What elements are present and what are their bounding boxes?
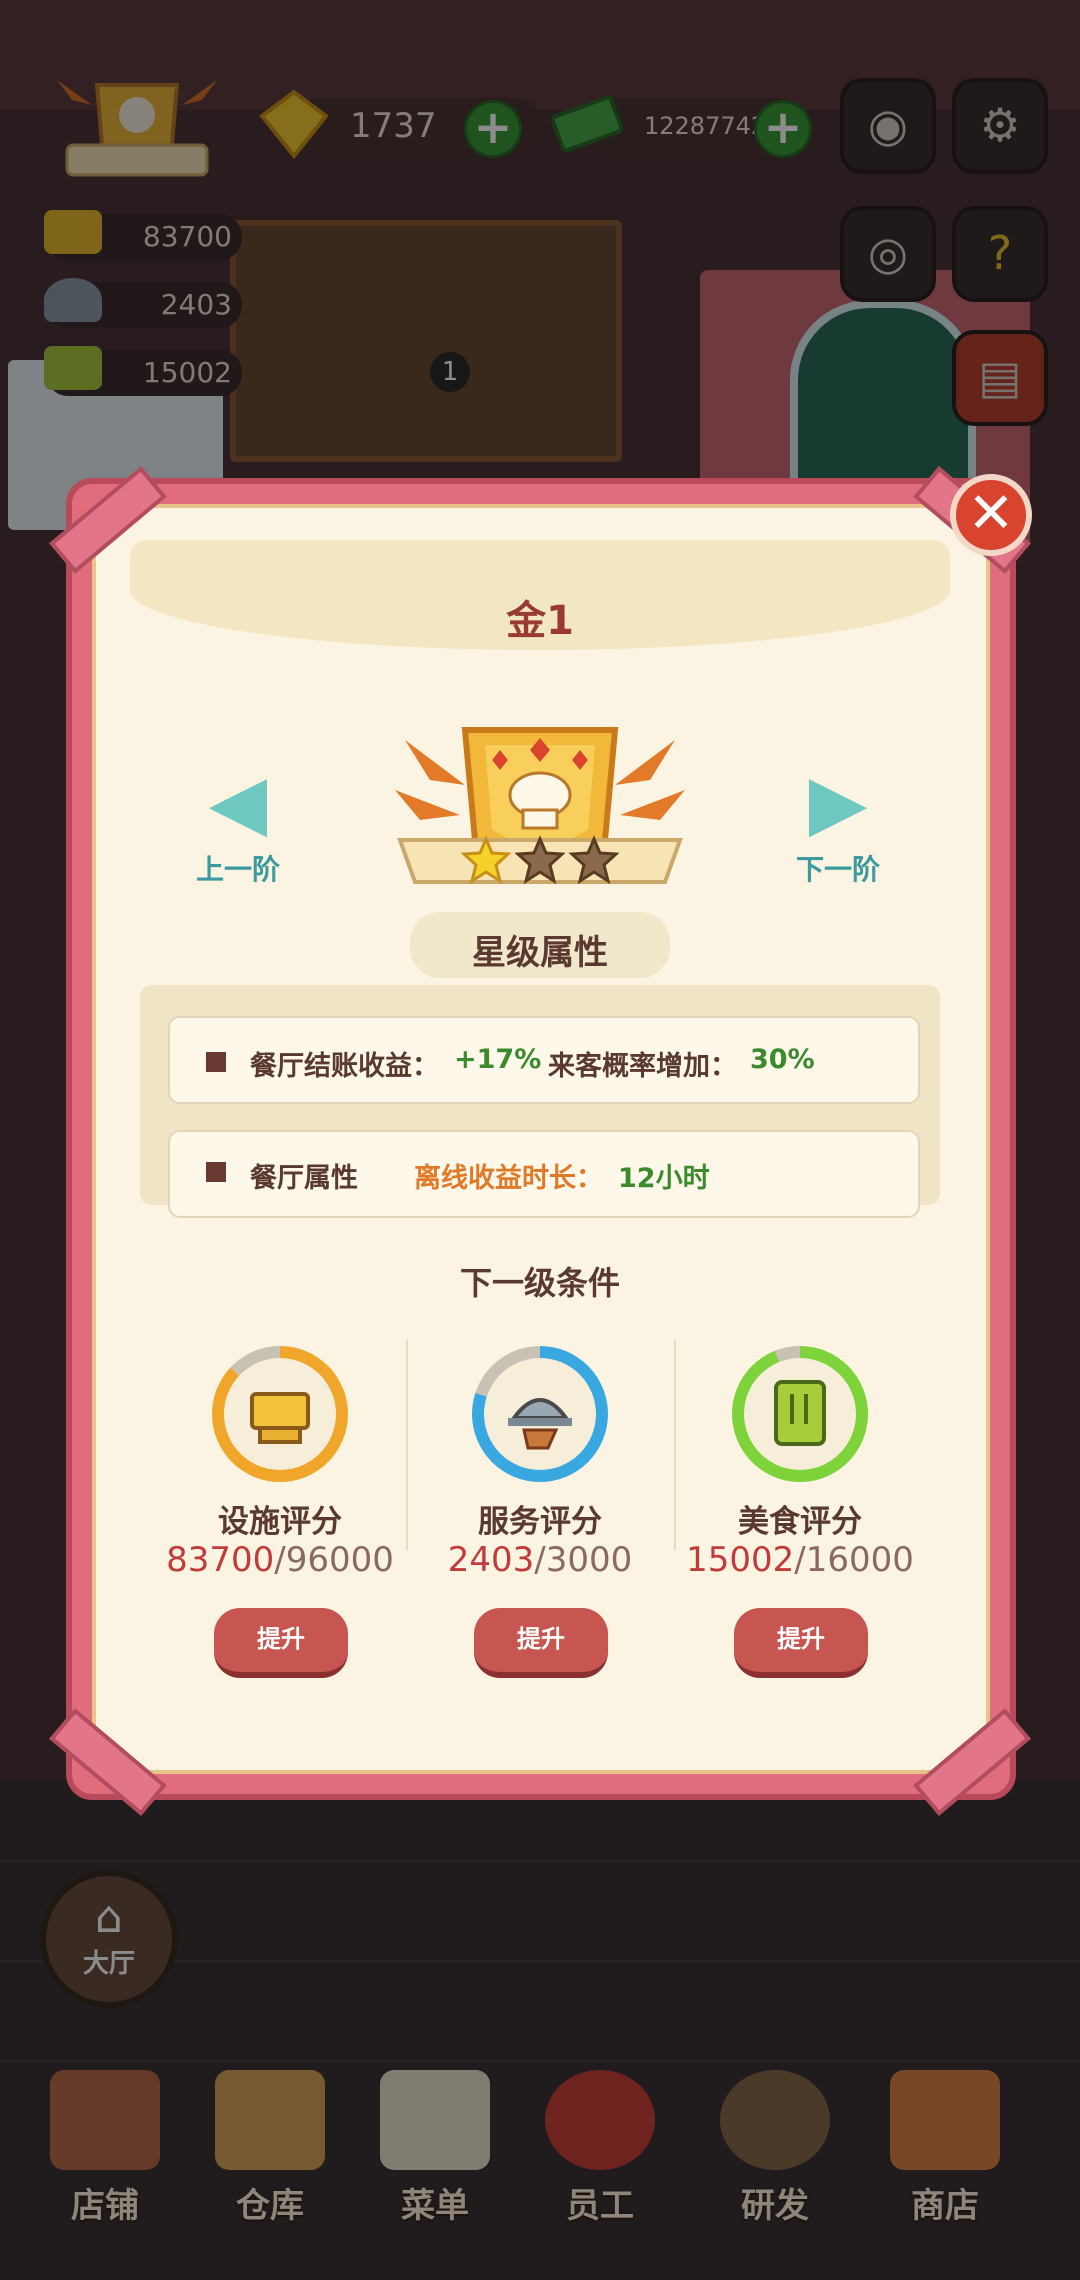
facility-score-label: 设施评分 xyxy=(218,1504,342,1540)
star-empty-icon xyxy=(568,835,620,885)
service-score-value: 2403/3000 xyxy=(447,1540,633,1580)
close-icon[interactable]: ✕ xyxy=(950,474,1032,556)
star-empty-icon xyxy=(514,835,566,885)
rank-title: 金1 xyxy=(506,598,574,644)
attribute-row: 餐厅结账收益： +17% 来客概率增加： 30% xyxy=(168,1016,920,1104)
service-score-label: 服务评分 xyxy=(478,1504,602,1540)
attr-label: 来客概率增加： xyxy=(548,1051,737,1082)
attr-value: 30% xyxy=(750,1044,815,1075)
bullet-icon xyxy=(206,1162,226,1182)
food-score-value: 15002/16000 xyxy=(686,1540,914,1580)
attr-label: 餐厅属性 xyxy=(250,1163,358,1194)
prev-tier-button[interactable]: 上一阶 xyxy=(158,848,318,888)
food-progress-ring xyxy=(732,1346,868,1482)
attr-value: +17% xyxy=(454,1044,542,1075)
next-arrow-icon[interactable]: ▶ xyxy=(798,762,878,842)
next-level-title: 下一级条件 xyxy=(459,1264,620,1302)
bullet-icon xyxy=(206,1052,226,1072)
attr-label: 餐厅结账收益： xyxy=(250,1051,439,1082)
next-tier-button[interactable]: 下一阶 xyxy=(758,848,918,888)
attribute-row: 餐厅属性 离线收益时长： 12小时 xyxy=(168,1130,920,1218)
upgrade-service-button[interactable]: 提升 xyxy=(474,1608,608,1678)
facility-progress-ring xyxy=(212,1346,348,1482)
facility-icon xyxy=(224,1358,336,1470)
star-filled-icon xyxy=(460,835,512,885)
gold-rank-badge xyxy=(390,710,690,910)
attr-label: 离线收益时长： xyxy=(414,1163,603,1194)
service-tray-icon xyxy=(484,1358,596,1470)
upgrade-food-button[interactable]: 提升 xyxy=(734,1608,868,1678)
upgrade-facility-button[interactable]: 提升 xyxy=(214,1608,348,1678)
facility-score-value: 83700/96000 xyxy=(166,1540,394,1580)
food-score-label: 美食评分 xyxy=(738,1504,862,1540)
star-attributes-title: 星级属性 xyxy=(472,933,608,973)
prev-arrow-icon[interactable]: ◀ xyxy=(198,762,278,842)
attr-value: 12小时 xyxy=(618,1163,710,1194)
star-rating xyxy=(460,835,620,885)
recipe-book-icon xyxy=(744,1358,856,1470)
service-progress-ring xyxy=(472,1346,608,1482)
